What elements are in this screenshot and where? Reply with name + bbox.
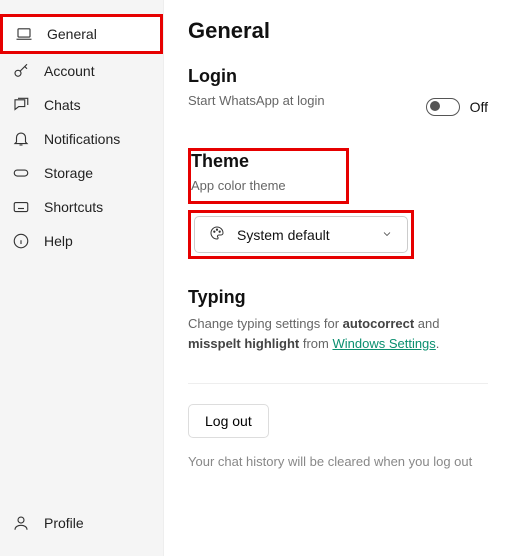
sidebar-item-account[interactable]: Account [0,54,163,88]
theme-dropdown[interactable]: System default [194,216,408,253]
sidebar-item-label: Shortcuts [44,199,103,215]
toggle-state-label: Off [470,99,488,115]
sidebar-item-label: Profile [44,515,84,531]
autocorrect-bold: autocorrect [343,316,415,331]
sidebar-items: General Account Chats Notifications Stor… [0,14,163,506]
login-subtitle: Start WhatsApp at login [188,93,325,108]
typing-heading: Typing [188,287,488,308]
profile-icon [12,514,30,532]
bell-icon [12,130,30,148]
theme-subtitle: App color theme [191,178,286,193]
chat-icon [12,96,30,114]
sidebar-item-profile[interactable]: Profile [0,506,163,540]
login-toggle[interactable] [426,98,460,116]
palette-icon [209,225,225,244]
main-panel: General Login Start WhatsApp at login Of… [164,0,512,556]
laptop-icon [15,25,33,43]
page-title: General [188,18,488,44]
settings-window: General Account Chats Notifications Stor… [0,0,512,556]
sidebar-item-label: Notifications [44,131,120,147]
divider [188,383,488,384]
sidebar-bottom: Profile [0,506,163,556]
sidebar-item-label: Help [44,233,73,249]
sidebar-item-label: Storage [44,165,93,181]
logout-note: Your chat history will be cleared when y… [188,452,488,472]
sidebar-item-storage[interactable]: Storage [0,156,163,190]
sidebar-item-help[interactable]: Help [0,224,163,258]
theme-section: Theme App color theme System default [188,148,488,259]
theme-dropdown-highlight: System default [188,210,414,259]
key-icon [12,62,30,80]
info-icon [12,232,30,250]
sidebar: General Account Chats Notifications Stor… [0,0,164,556]
sidebar-item-general[interactable]: General [0,14,163,54]
sidebar-item-label: General [47,26,97,42]
sidebar-item-chats[interactable]: Chats [0,88,163,122]
keyboard-icon [12,198,30,216]
login-toggle-wrap: Off [426,98,488,116]
logout-button[interactable]: Log out [188,404,269,438]
chevron-down-icon [381,227,393,243]
sidebar-item-label: Account [44,63,95,79]
login-row: Start WhatsApp at login Off [188,93,488,120]
toggle-knob [430,101,440,111]
theme-heading-highlight: Theme App color theme [188,148,349,204]
sidebar-item-label: Chats [44,97,81,113]
login-heading: Login [188,66,488,87]
sidebar-item-notifications[interactable]: Notifications [0,122,163,156]
sidebar-item-shortcuts[interactable]: Shortcuts [0,190,163,224]
theme-heading: Theme [191,151,286,172]
typing-description: Change typing settings for autocorrect a… [188,314,488,353]
windows-settings-link[interactable]: Windows Settings [332,336,435,351]
theme-selected: System default [237,227,330,243]
misspelt-bold: misspelt highlight [188,336,299,351]
storage-icon [12,164,30,182]
